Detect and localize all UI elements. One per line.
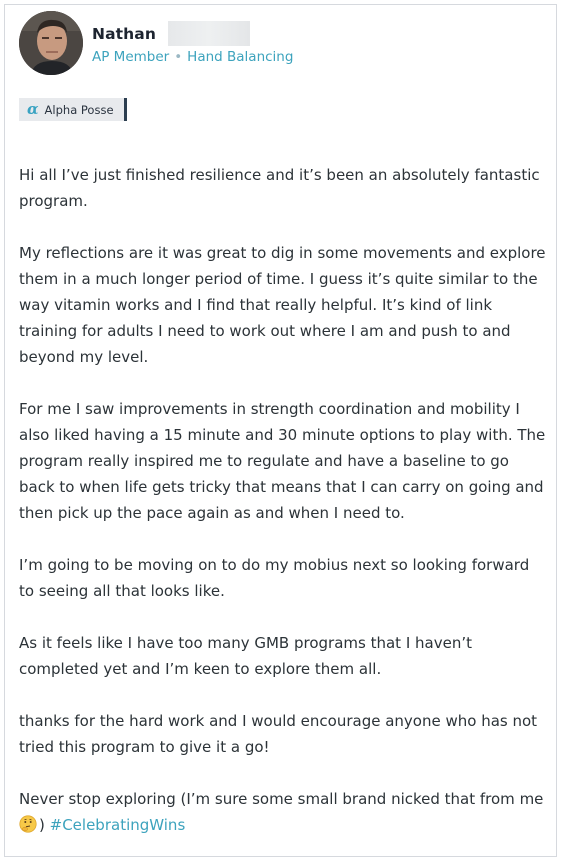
post-closing: Never stop exploring (I’m sure some smal… [19, 786, 549, 838]
thinking-face-icon [19, 815, 37, 833]
post-paragraph: For me I saw improvements in strength co… [19, 400, 546, 522]
post-paragraph: thanks for the hard work and I would enc… [19, 712, 538, 756]
closing-text: Never stop exploring (I’m sure some smal… [19, 790, 544, 808]
author-name[interactable]: Nathan [92, 25, 156, 43]
separator-dot: • [174, 49, 183, 65]
member-role[interactable]: AP Member [92, 49, 169, 65]
closing-paren: ) [39, 816, 45, 834]
space-badge-label: Alpha Posse [44, 102, 114, 117]
author-meta: AP Member • Hand Balancing [92, 49, 293, 65]
post-paragraph: I’m going to be moving on to do my mobiu… [19, 556, 530, 600]
post-paragraph: Hi all I’ve just finished resilience and… [19, 166, 540, 210]
space-badge[interactable]: α Alpha Posse [19, 98, 127, 121]
group-link[interactable]: Hand Balancing [187, 49, 293, 65]
alpha-icon: α [27, 100, 39, 118]
post-paragraph: My reflections are it was great to dig i… [19, 244, 546, 366]
hashtag-link[interactable]: #CelebratingWins [50, 816, 186, 834]
avatar[interactable] [19, 11, 83, 75]
post-paragraph: As it feels like I have too many GMB pro… [19, 634, 472, 678]
post-card: Nathan AP Member • Hand Balancing α Alpha … [4, 4, 557, 857]
post-body: Hi all I’ve just finished resilience and… [19, 162, 549, 838]
avatar-photo [19, 11, 83, 75]
redacted-surname [168, 21, 250, 46]
